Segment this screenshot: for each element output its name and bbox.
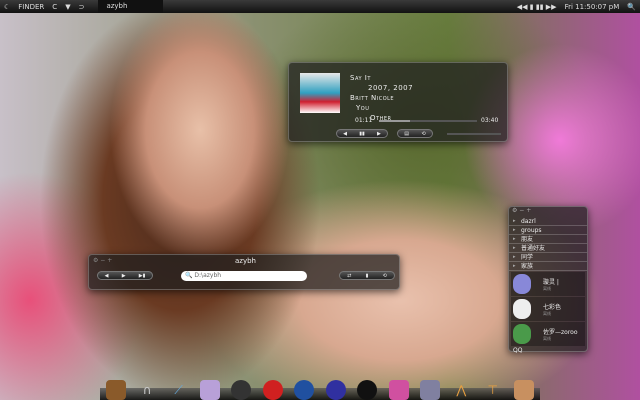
- pencil-icon[interactable]: ⋀: [451, 380, 471, 400]
- volume-slider[interactable]: [447, 133, 501, 135]
- avatar: [513, 274, 531, 294]
- avatar: [513, 324, 531, 344]
- magnet-icon[interactable]: ∩: [137, 380, 157, 400]
- safari-icon[interactable]: [294, 380, 315, 400]
- contact-item[interactable]: 佐罗—zoroo 离线: [511, 322, 585, 346]
- clock[interactable]: Fri 11:50:07 pM: [565, 3, 620, 11]
- qq-icon[interactable]: [357, 380, 378, 400]
- dock: ∩ ⟋ ⋀ ⊤: [100, 372, 540, 400]
- video-icon[interactable]: [419, 380, 440, 400]
- photo-icon[interactable]: [199, 380, 220, 400]
- nav-controls[interactable]: ◀ ▶ ▶▮: [97, 271, 153, 280]
- pause-icon[interactable]: ▮▮: [359, 131, 365, 137]
- qq-penguin-red-icon[interactable]: [262, 380, 283, 400]
- group-item[interactable]: 朋友: [509, 235, 587, 244]
- finder-icon[interactable]: [105, 380, 126, 400]
- qq-footer[interactable]: QQ: [509, 347, 587, 354]
- firefox-icon[interactable]: [325, 380, 346, 400]
- track-title: Say It: [350, 74, 371, 82]
- disc-icon[interactable]: [231, 380, 252, 400]
- group-item[interactable]: 同学: [509, 253, 587, 262]
- contact-item[interactable]: 七彩色 离线: [511, 297, 585, 321]
- prev-icon[interactable]: ◀: [343, 131, 347, 137]
- app-name[interactable]: FINDER: [18, 3, 44, 11]
- media-controls[interactable]: ◀◀ ▮ ▮▮ ▶▶: [517, 3, 557, 11]
- sign-icon[interactable]: ⊤: [483, 380, 503, 400]
- music-player: Say It 2007, 2007 Britt Nicole You Other…: [288, 62, 508, 142]
- total-time: 03:40: [481, 117, 499, 124]
- track-artist: Britt Nicole: [350, 94, 395, 102]
- progress-bar[interactable]: [379, 120, 477, 122]
- qq-contact-list: ⚙ − + dazrl groups 朋友 普通好友 同学 家族 璇灵 |离线 …: [508, 206, 588, 354]
- contact-item[interactable]: 璇灵 | 离线: [511, 272, 585, 296]
- menu-bar: ☾ FINDER C ▼ ⊃ azybh ◀◀ ▮ ▮▮ ▶▶ Fri 11:5…: [0, 0, 640, 13]
- pink-app-icon[interactable]: [388, 380, 409, 400]
- feather-icon[interactable]: ⟋: [169, 380, 189, 400]
- track-album: You: [356, 104, 370, 112]
- album-cover: [300, 73, 340, 113]
- finder-title: azybh: [235, 257, 256, 265]
- mode-controls[interactable]: ▤ ⟲: [397, 129, 433, 138]
- apple-icon[interactable]: ☾: [4, 3, 10, 11]
- qq-window-controls[interactable]: ⚙ − +: [509, 207, 587, 217]
- window-title: azybh: [98, 0, 164, 13]
- box-icon[interactable]: [514, 380, 535, 400]
- list-icon[interactable]: ▤: [404, 131, 409, 137]
- group-item[interactable]: 普通好友: [509, 244, 587, 253]
- elapsed-time: 01:11: [355, 117, 373, 124]
- group-item[interactable]: groups: [509, 226, 587, 235]
- next-icon[interactable]: ▶: [377, 131, 381, 137]
- view-controls[interactable]: ⇄ ▮ ⟲: [339, 271, 395, 280]
- finder-window: ⚙ − + azybh ◀ ▶ ▶▮ 🔍 D:\azybh ⇄ ▮ ⟲: [88, 254, 400, 290]
- avatar: [513, 299, 531, 319]
- playback-controls[interactable]: ◀ ▮▮ ▶: [336, 129, 388, 138]
- menu-c[interactable]: C: [52, 3, 57, 11]
- spotlight-icon[interactable]: 🔍: [627, 3, 636, 11]
- window-controls[interactable]: ⚙ − +: [93, 257, 112, 264]
- group-item[interactable]: 家族: [509, 262, 587, 271]
- path-search-input[interactable]: 🔍 D:\azybh: [181, 271, 307, 281]
- repeat-icon[interactable]: ⟲: [422, 131, 426, 137]
- search-icon: 🔍: [185, 272, 193, 279]
- group-item[interactable]: dazrl: [509, 217, 587, 226]
- menu-item[interactable]: ⊃: [79, 3, 85, 11]
- track-year: 2007, 2007: [368, 84, 414, 92]
- menu-dropdown[interactable]: ▼: [65, 3, 70, 11]
